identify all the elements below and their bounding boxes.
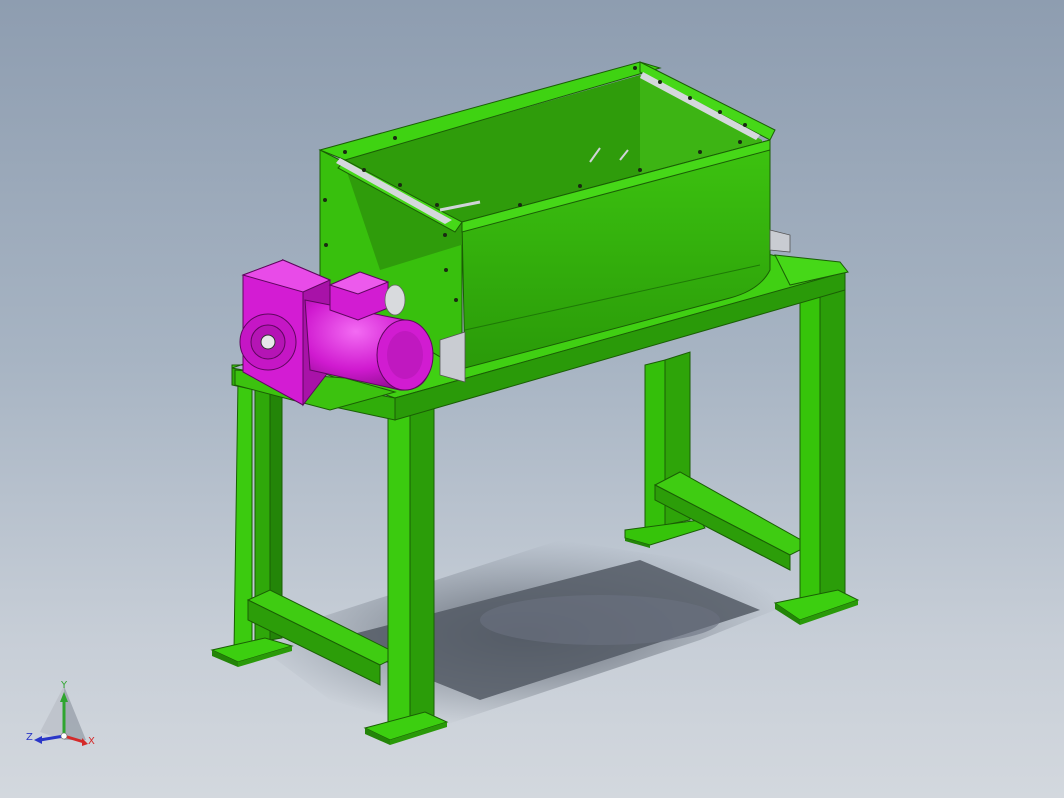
triad-y-label: Y — [61, 680, 68, 691]
mixer-3d-model[interactable] — [0, 0, 1064, 798]
view-orientation-triad[interactable]: Y Z X — [22, 678, 112, 758]
triad-z-label: Z — [26, 732, 33, 743]
right-front-leg — [773, 271, 860, 625]
cad-viewport[interactable]: Y Z X — [0, 0, 1064, 798]
triad-x-label: X — [88, 736, 95, 747]
